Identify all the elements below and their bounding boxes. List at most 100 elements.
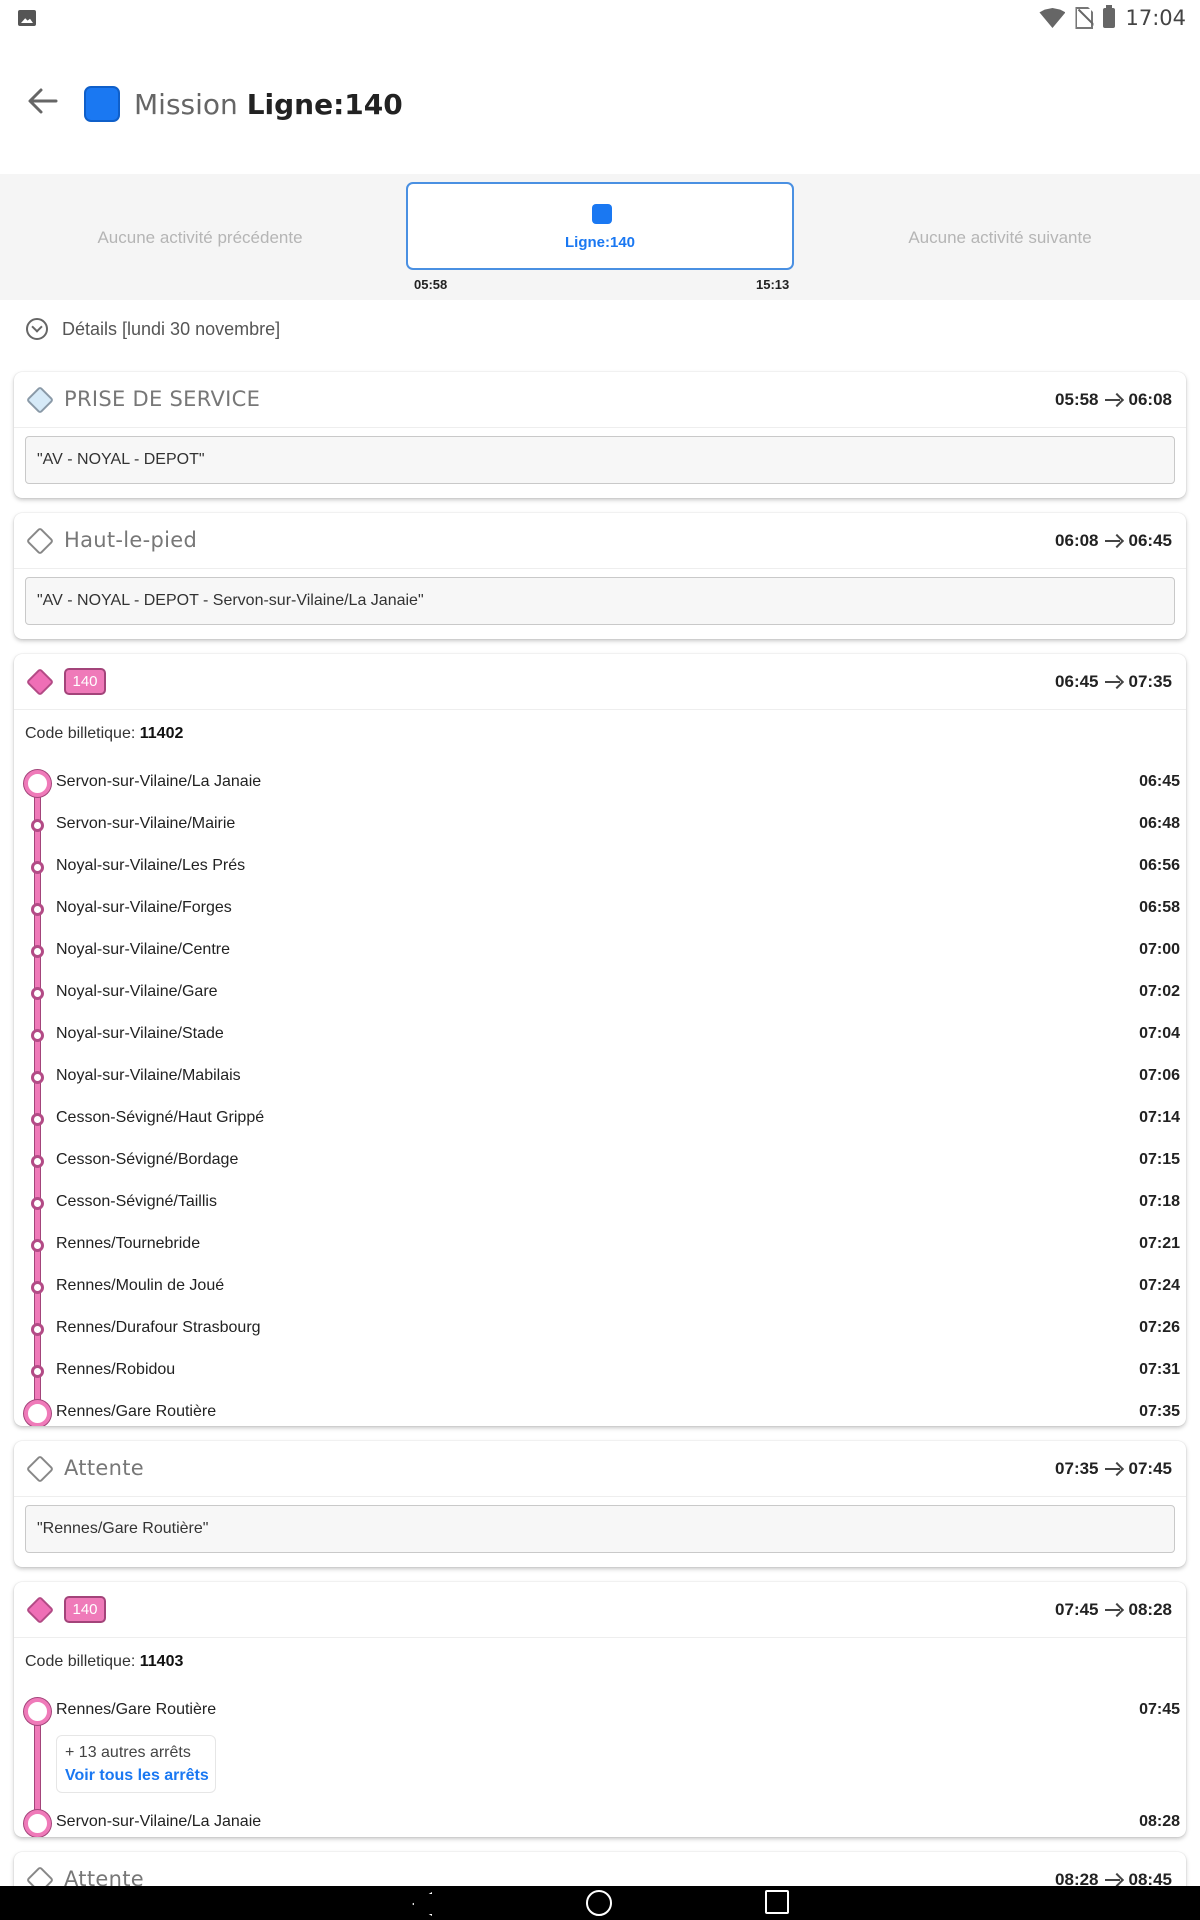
- stop-name: Rennes/Durafour Strasbourg: [56, 1319, 261, 1336]
- card-title: Attente: [64, 1456, 144, 1480]
- stop-name: Cesson-Sévigné/Bordage: [56, 1151, 239, 1168]
- stop-name: Noyal-sur-Vilaine/Forges: [56, 899, 232, 916]
- activity-card-service[interactable]: PRISE DE SERVICE 05:58 06:08 "AV - NOYAL…: [14, 372, 1186, 498]
- no-sim-icon: [1075, 7, 1094, 29]
- end-time: 08:28: [1128, 1600, 1172, 1619]
- card-header: Haut-le-pied 06:08 06:45: [14, 513, 1186, 569]
- card-header: 140 07:45 08:28: [14, 1582, 1186, 1638]
- stop-row: Cesson-Sévigné/Haut Grippé 07:14: [14, 1098, 1186, 1140]
- activity-card-wait[interactable]: Attente 07:35 07:45 "Rennes/Gare Routièr…: [14, 1441, 1186, 1567]
- place-field: "AV - NOYAL - DEPOT": [25, 436, 1175, 484]
- service-diamond-icon: [25, 385, 55, 415]
- stop-node: [31, 1239, 44, 1252]
- title-line: Ligne:140: [246, 88, 403, 121]
- nav-home-icon[interactable]: [586, 1890, 612, 1916]
- timeline-start-time: 05:58: [414, 277, 448, 292]
- stop-time: 07:45: [1139, 1701, 1180, 1718]
- end-time: 06:08: [1128, 390, 1172, 409]
- back-button[interactable]: [26, 84, 60, 118]
- stop-time: 06:58: [1139, 899, 1180, 916]
- ticket-code: Code billetique: 11403: [25, 1653, 183, 1671]
- previous-activity[interactable]: Aucune activité précédente: [0, 228, 400, 248]
- diamond-icon: [25, 526, 55, 556]
- diamond-icon: [25, 1454, 55, 1484]
- stop-node: [31, 1281, 44, 1294]
- show-all-stops-link[interactable]: Voir tous les arrêts: [65, 1767, 209, 1785]
- more-stops-box: + 13 autres arrêts Voir tous les arrêts: [56, 1735, 216, 1793]
- stop-row: Rennes/Robidou 07:31: [14, 1350, 1186, 1392]
- end-time: 06:45: [1128, 531, 1172, 550]
- stop-row: Servon-sur-Vilaine/La Janaie 06:45: [14, 762, 1186, 804]
- arrow-right-icon: [1104, 1873, 1123, 1887]
- stop-time: 07:14: [1139, 1109, 1180, 1126]
- stop-node: [31, 819, 44, 832]
- card-header: PRISE DE SERVICE 05:58 06:08: [14, 372, 1186, 428]
- line-badge: 140: [64, 668, 106, 695]
- stop-node: [31, 1155, 44, 1168]
- stop-time: 06:45: [1139, 773, 1180, 790]
- image-notification-icon: [18, 10, 36, 26]
- stop-node: [31, 1113, 44, 1126]
- stop-name: Noyal-sur-Vilaine/Centre: [56, 941, 230, 958]
- card-time-range: 05:58 06:08: [1055, 390, 1172, 410]
- line-color-square: [592, 204, 612, 224]
- nav-recents-icon[interactable]: [765, 1890, 789, 1914]
- current-activity[interactable]: Ligne:140: [406, 182, 794, 270]
- terminus-node: [24, 770, 51, 797]
- status-icons: 17:04: [1039, 0, 1186, 36]
- stop-node: [31, 861, 44, 874]
- stop-time: 07:04: [1139, 1025, 1180, 1042]
- card-time-range: 06:08 06:45: [1055, 531, 1172, 551]
- stop-row: Noyal-sur-Vilaine/Stade 07:04: [14, 1014, 1186, 1056]
- details-toggle[interactable]: Détails [lundi 30 novembre]: [26, 318, 280, 340]
- stop-node: [31, 1197, 44, 1210]
- stop-row: Noyal-sur-Vilaine/Mabilais 07:06: [14, 1056, 1186, 1098]
- stop-node: [31, 1365, 44, 1378]
- stop-node: [31, 1071, 44, 1084]
- stop-name: Rennes/Tournebride: [56, 1235, 201, 1252]
- card-header: Attente 07:35 07:45: [14, 1441, 1186, 1497]
- stop-row: Cesson-Sévigné/Taillis 07:18: [14, 1182, 1186, 1224]
- stop-name: Noyal-sur-Vilaine/Les Prés: [56, 857, 246, 874]
- stop-name: Rennes/Moulin de Joué: [56, 1277, 225, 1294]
- activity-card-course[interactable]: 140 07:45 08:28 Code billetique: 11403 R…: [14, 1582, 1186, 1837]
- card-title: Haut-le-pied: [64, 528, 198, 552]
- stop-time: 07:21: [1139, 1235, 1180, 1252]
- line-badge: 140: [64, 1596, 106, 1623]
- stop-row: Noyal-sur-Vilaine/Les Prés 06:56: [14, 846, 1186, 888]
- stop-time: 07:24: [1139, 1277, 1180, 1294]
- ticket-code-label: Code billetique:: [25, 725, 136, 742]
- ticket-code: Code billetique: 11402: [25, 725, 183, 743]
- arrow-left-icon: [28, 88, 58, 114]
- stop-node: [31, 945, 44, 958]
- stop-time: 06:48: [1139, 815, 1180, 832]
- stop-row: Rennes/Durafour Strasbourg 07:26: [14, 1308, 1186, 1350]
- nav-back-icon[interactable]: [408, 1890, 434, 1916]
- arrow-right-icon: [1104, 534, 1123, 548]
- stop-row: Noyal-sur-Vilaine/Gare 07:02: [14, 972, 1186, 1014]
- activity-timeline: Aucune activité précédente Ligne:140 Auc…: [0, 174, 1200, 300]
- arrow-right-icon: [1104, 675, 1123, 689]
- stop-name: Rennes/Gare Routière: [56, 1403, 217, 1420]
- ticket-code-label: Code billetique:: [25, 1653, 136, 1670]
- stop-row: Noyal-sur-Vilaine/Forges 06:58: [14, 888, 1186, 930]
- stop-name: Rennes/Gare Routière: [56, 1701, 217, 1718]
- stop-name: Noyal-sur-Vilaine/Mabilais: [56, 1067, 241, 1084]
- system-nav-bar: [0, 1886, 1200, 1920]
- wifi-icon: [1039, 8, 1066, 28]
- app-header: Mission Ligne:140: [0, 36, 1200, 174]
- current-activity-label: Ligne:140: [564, 234, 636, 251]
- next-activity[interactable]: Aucune activité suivante: [800, 228, 1200, 248]
- stop-time: 07:18: [1139, 1193, 1180, 1210]
- stop-row: Rennes/Tournebride 07:21: [14, 1224, 1186, 1266]
- stop-time: 08:28: [1139, 1813, 1180, 1830]
- stop-row: Servon-sur-Vilaine/Mairie 06:48: [14, 804, 1186, 846]
- stop-node: [31, 987, 44, 1000]
- card-time-range: 06:45 07:35: [1055, 672, 1172, 692]
- end-time: 07:35: [1128, 672, 1172, 691]
- start-time: 07:35: [1055, 1459, 1099, 1478]
- arrow-right-icon: [1104, 393, 1123, 407]
- activity-card-course[interactable]: 140 06:45 07:35 Code billetique: 11402 S…: [14, 654, 1186, 1426]
- stop-row: Noyal-sur-Vilaine/Centre 07:00: [14, 930, 1186, 972]
- activity-card-deadhead[interactable]: Haut-le-pied 06:08 06:45 "AV - NOYAL - D…: [14, 513, 1186, 639]
